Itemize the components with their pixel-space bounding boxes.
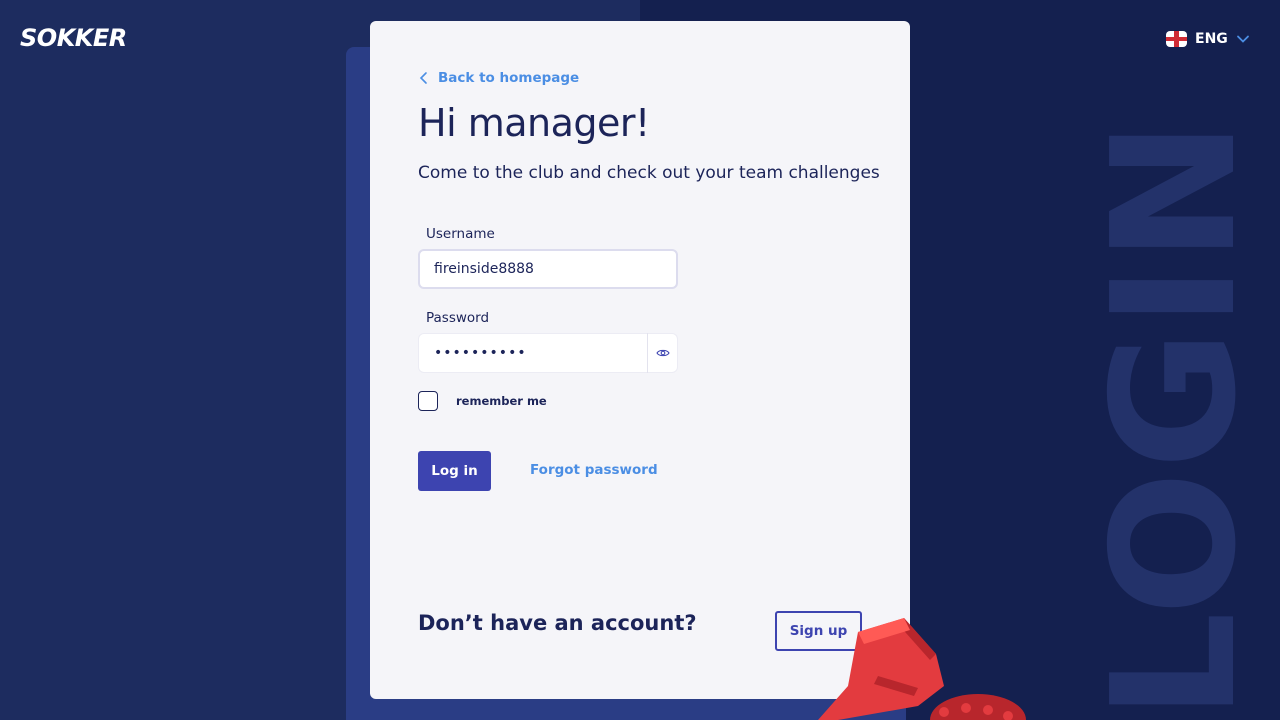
eye-icon [655,349,670,357]
password-label: Password [426,310,490,326]
no-account-prompt: Don’t have an account? [418,611,697,635]
language-selector[interactable]: ENG [1166,31,1250,47]
login-card: Back to homepage Hi manager! Come to the… [370,21,910,699]
chevron-left-icon [419,72,427,84]
back-to-homepage-link[interactable]: Back to homepage [418,70,579,86]
login-watermark: LOGIN [1076,118,1274,720]
password-input[interactable]: •••••••••• [419,345,647,361]
page-subtitle: Come to the club and check out your team… [418,163,880,183]
login-button[interactable]: Log in [418,451,491,491]
football-boot-illustration [818,618,1026,720]
england-flag-icon [1166,31,1187,47]
chevron-down-icon [1236,35,1249,43]
show-password-toggle[interactable] [647,333,677,373]
sokker-logo[interactable]: SOKKER [20,24,127,52]
page-title: Hi manager! [418,101,650,145]
forgot-password-link[interactable]: Forgot password [530,462,658,478]
remember-me-checkbox[interactable] [418,391,438,411]
remember-me-label: remember me [456,394,547,408]
username-input[interactable]: fireinside8888 [418,249,678,289]
back-link-label: Back to homepage [438,70,580,86]
password-field: •••••••••• [418,333,678,373]
username-label: Username [426,226,495,242]
language-label: ENG [1195,31,1228,47]
